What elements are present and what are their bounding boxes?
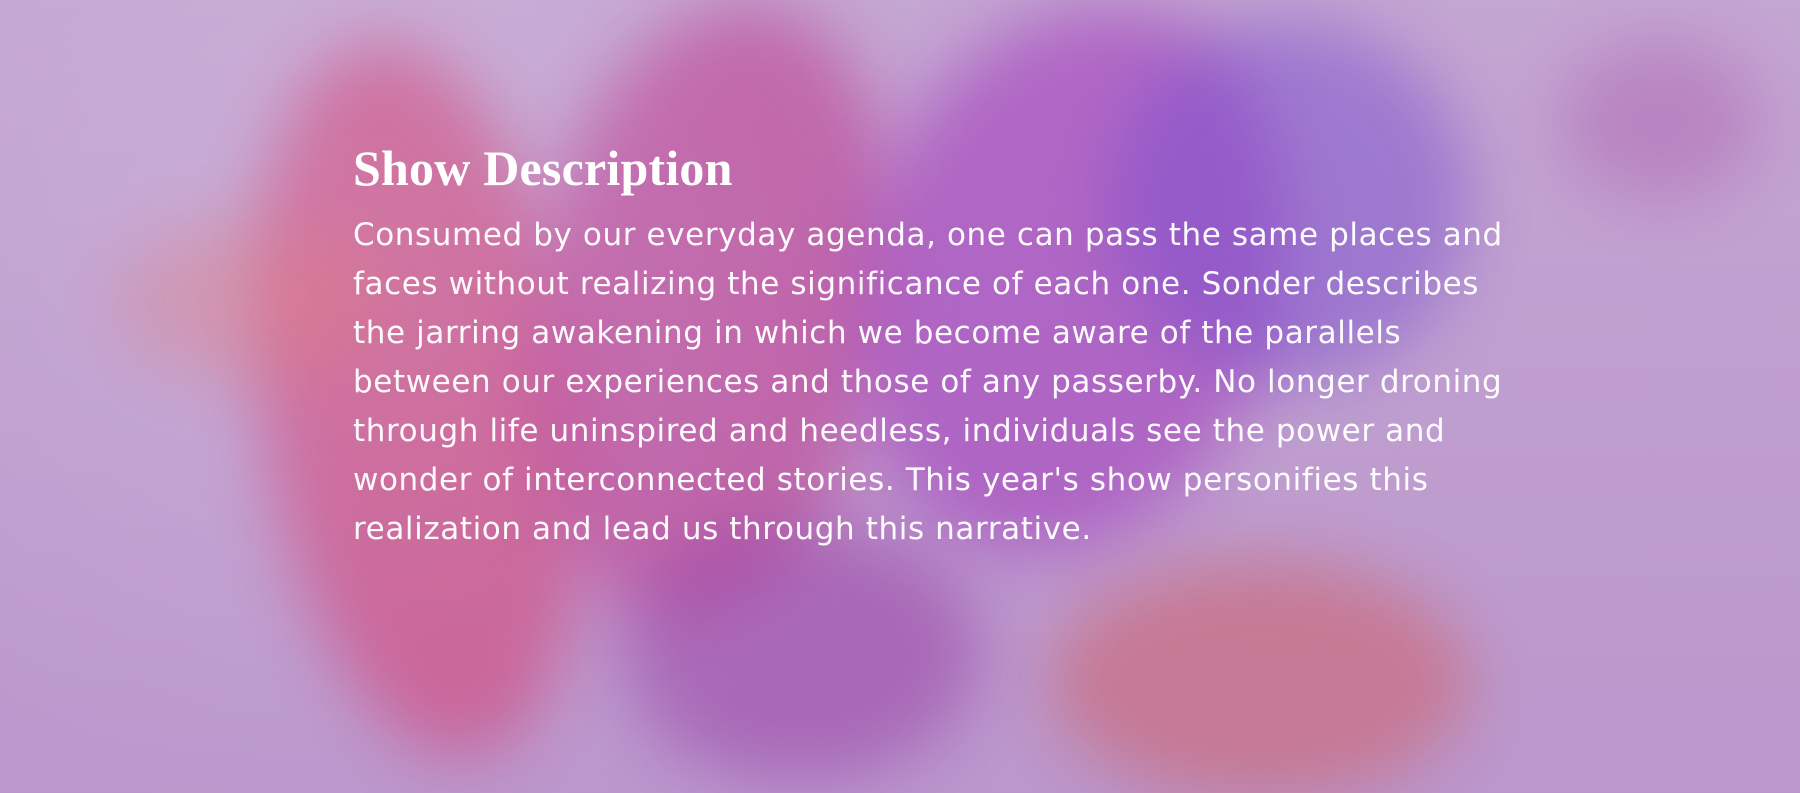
show-description-text: Consumed by our everyday agenda, one can… — [353, 216, 1503, 547]
show-description-section: Show Description Consumed by our everyda… — [353, 142, 1503, 554]
section-title: Show Description — [353, 140, 733, 196]
